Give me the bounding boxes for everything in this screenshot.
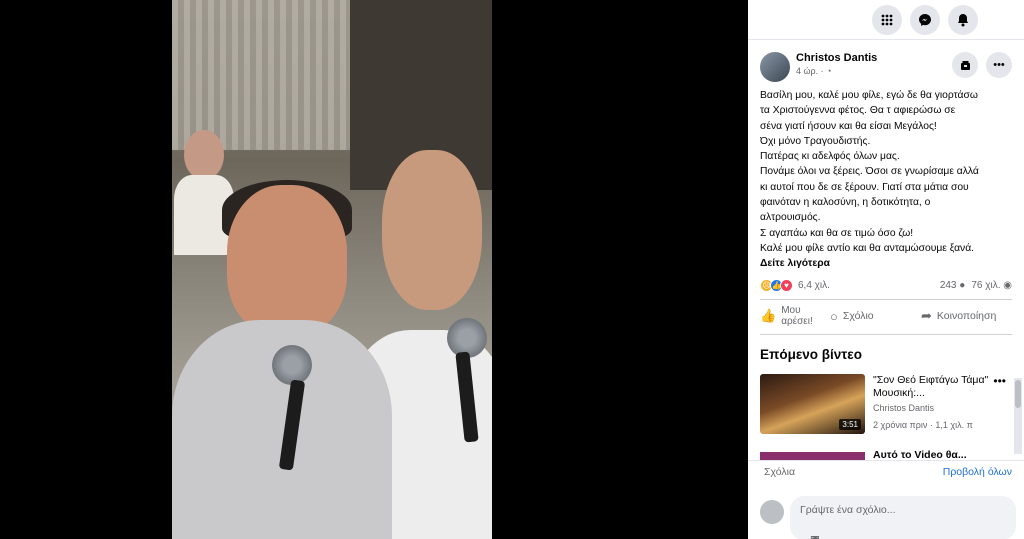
reactions-summary[interactable]: ☹ 👍 ♥ (760, 278, 793, 292)
video-player-area[interactable] (0, 0, 748, 539)
comment-label: Σχόλιο (842, 310, 874, 323)
sticker-icon[interactable]: ◫ (810, 534, 820, 539)
love-reaction-icon: ♥ (780, 278, 793, 292)
comment-input[interactable]: Γράψτε ένα σχόλιο... ☺ ☺ ▣ ▤ ◫ (790, 496, 1016, 539)
post-text: Βασίλη μου, καλέ μου φίλε, εγώ δε θα γιο… (748, 82, 1024, 256)
video-thumbnail[interactable]: 3:51 (760, 374, 865, 435)
view-all-comments-link[interactable]: Προβολή όλων (943, 466, 1012, 478)
see-less-link[interactable]: Δείτε λιγότερα (748, 256, 1024, 271)
video-title[interactable]: Αυτό το Video θα... (873, 449, 967, 458)
post-line: αλτρουισμός. (760, 212, 821, 224)
globe-icon: ◔ (826, 66, 832, 76)
scrollbar[interactable] (1014, 378, 1022, 454)
post-line: Βασίλη μου, καλέ μου φίλε, εγώ δε θα γιο… (760, 90, 978, 101)
next-videos-title: Επόμενο βίντεο (760, 347, 862, 363)
post-line: Πονάμε όλοι να ξέρεις. Όσοι σε γνωρίσαμε… (760, 166, 979, 178)
next-video-item[interactable]: 3:51 "Σον Θεό Ειφτάγω Τάμα" Μουσική:... … (748, 368, 1024, 435)
thumbs-up-icon: 👍 (760, 308, 777, 324)
post-line: Πατέρας κι αδελφός όλων μας. (760, 151, 900, 163)
post-line: Όχι μόνο Τραγουδιστής. (760, 135, 871, 147)
messenger-icon[interactable] (910, 4, 940, 35)
share-button[interactable]: ➦ Κοινοποίηση (921, 308, 1012, 324)
comments-header: Σχόλια Προβολή όλων (748, 460, 1024, 482)
user-avatar (760, 500, 784, 524)
video-meta: 2 χρόνια πριν · 1,1 χιλ. π (873, 420, 973, 431)
author-info: Christos Dantis 4 ώρ. · ◔ (796, 52, 944, 76)
post-line: φαινόταν η καλοσύνη, η δοτικότητα, ο (760, 197, 931, 209)
comments-count[interactable]: 243 ● (940, 280, 966, 291)
author-avatar[interactable] (760, 52, 790, 82)
video-duration: 3:51 (839, 419, 861, 431)
video-author[interactable]: Christos Dantis (873, 403, 991, 413)
comment-composer: Γράψτε ένα σχόλιο... ☺ ☺ ▣ ▤ ◫ (760, 490, 1016, 539)
post-actions: 👍 Μου αρέσει! ○ Σχόλιο ➦ Κοινοποίηση (748, 300, 1024, 332)
comment-placeholder: Γράψτε ένα σχόλιο... (800, 504, 896, 516)
microphone-left (272, 345, 312, 385)
reactions-count[interactable]: 6,4 χιλ. (798, 280, 830, 291)
like-button[interactable]: 👍 Μου αρέσει! (760, 305, 830, 327)
comment-button[interactable]: ○ Σχόλιο (830, 309, 921, 324)
comments-label: Σχόλια (764, 465, 796, 478)
watch-page: Christos Dantis 4 ώρ. · ◔ ••• Βασίλη μου… (0, 0, 1024, 539)
more-options-icon[interactable]: ••• (986, 52, 1012, 78)
video-title[interactable]: "Σον Θεό Ειφτάγω Τάμα" Μουσική:... (873, 374, 991, 400)
post-header: Christos Dantis 4 ώρ. · ◔ ••• (748, 40, 1024, 82)
more-options-icon[interactable]: ••• (993, 374, 1006, 388)
video-info: "Σον Θεό Ειφτάγω Τάμα" Μουσική:... Chris… (873, 374, 991, 434)
post-time[interactable]: 4 ώρ. · ◔ (796, 66, 944, 76)
comment-icon: ○ (830, 308, 838, 324)
like-label: Μου αρέσει! (781, 305, 813, 328)
save-icon[interactable] (952, 52, 978, 78)
video-thumbnail[interactable] (760, 452, 865, 460)
views-count: 76 χιλ. ◉ (971, 279, 1012, 291)
post-stats: ☹ 👍 ♥ 6,4 χιλ. 243 ● 76 χιλ. ◉ (748, 271, 1024, 293)
share-icon: ➦ (921, 308, 932, 324)
grid-menu-icon[interactable] (872, 4, 902, 35)
post-line: Σ αγαπάω και θα σε τιμώ όσο ζω! (760, 227, 914, 239)
bell-icon[interactable] (948, 4, 978, 35)
post-line: τα Χριστούγεννα φέτος. Θα τ αφιερώσω σε (760, 105, 956, 117)
share-label: Κοινοποίηση (936, 310, 997, 323)
post-panel: Christos Dantis 4 ώρ. · ◔ ••• Βασίλη μου… (748, 0, 1024, 539)
eye-icon: ◉ (1003, 279, 1012, 291)
scrollbar-thumb[interactable] (1015, 380, 1021, 408)
comment-bubble-icon: ● (959, 279, 966, 291)
video-frame[interactable] (172, 0, 492, 539)
author-name[interactable]: Christos Dantis (796, 52, 944, 64)
post-line: σένα γιατί ήσουν και θα είσαι Μεγάλος! (760, 120, 937, 132)
top-bar (748, 0, 1024, 40)
post-line: κι αυτοί που δε σε ξέρουν. Γιατί στα μάτ… (760, 181, 969, 193)
post-line: Καλέ μου φίλε αντίο και θα ανταμώσουμε ξ… (760, 242, 975, 254)
